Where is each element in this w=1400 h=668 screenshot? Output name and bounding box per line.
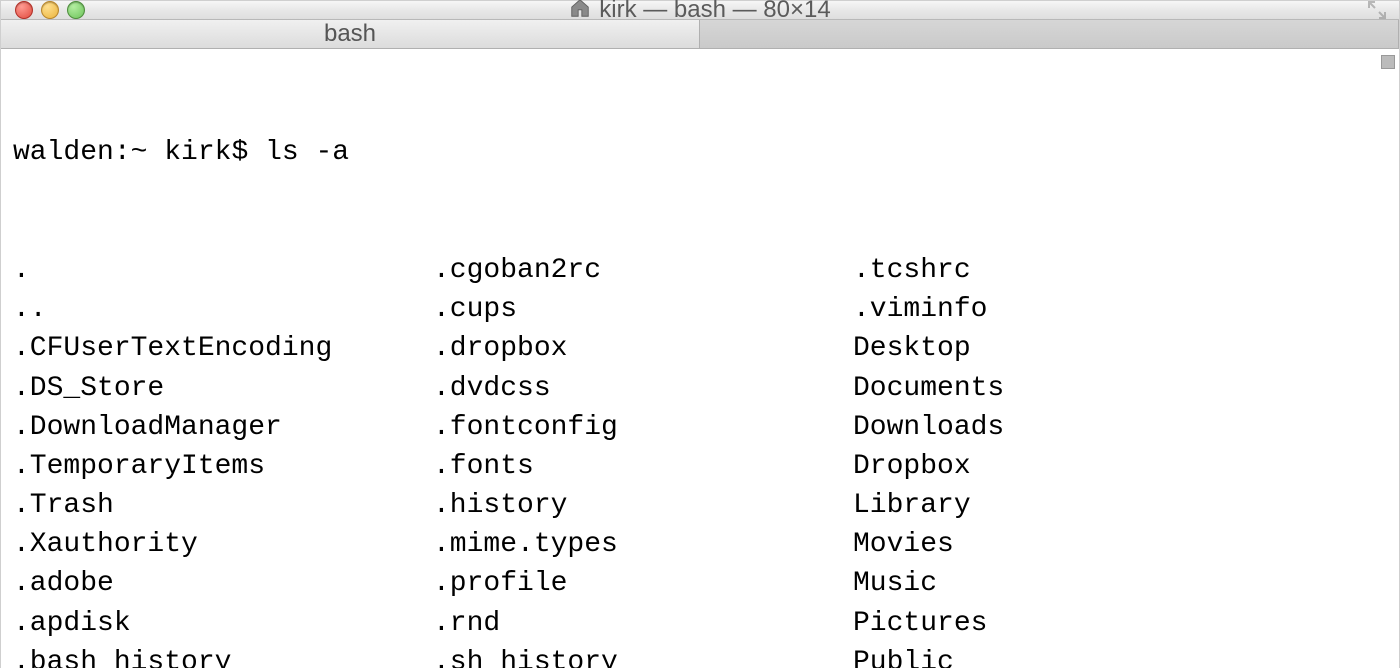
ls-entry: .fonts <box>433 447 853 486</box>
terminal-output[interactable]: walden:~ kirk$ ls -a ....CFUserTextEncod… <box>1 49 1399 668</box>
ls-entry: Documents <box>853 369 1273 408</box>
titlebar: kirk — bash — 80×14 <box>1 1 1399 20</box>
ls-entry: .mime.types <box>433 525 853 564</box>
ls-entry: .DS_Store <box>13 369 433 408</box>
ls-entry: Library <box>853 486 1273 525</box>
scroll-indicator[interactable] <box>1381 55 1395 69</box>
ls-entry: .fontconfig <box>433 408 853 447</box>
ls-entry: .TemporaryItems <box>13 447 433 486</box>
ls-entry: .DownloadManager <box>13 408 433 447</box>
ls-entry: .cgoban2rc <box>433 251 853 290</box>
ls-entry: .history <box>433 486 853 525</box>
ls-entry: .rnd <box>433 604 853 643</box>
ls-entry: Desktop <box>853 329 1273 368</box>
ls-entry: .. <box>13 290 433 329</box>
ls-entry: .profile <box>433 564 853 603</box>
terminal-area: walden:~ kirk$ ls -a ....CFUserTextEncod… <box>1 49 1399 668</box>
ls-entry: Public <box>853 643 1273 668</box>
ls-entry: .dvdcss <box>433 369 853 408</box>
window-controls <box>15 1 85 19</box>
ls-entry: .tcshrc <box>853 251 1273 290</box>
tab-label: bash <box>324 20 376 48</box>
prompt-host: walden:~ <box>13 137 147 168</box>
prompt-user: kirk$ <box>164 137 248 168</box>
ls-entry: .Trash <box>13 486 433 525</box>
minimize-button[interactable] <box>41 1 59 19</box>
tab-empty[interactable] <box>700 20 1399 48</box>
ls-entry: .CFUserTextEncoding <box>13 329 433 368</box>
ls-column-1: .cgoban2rc.cups.dropbox.dvdcss.fontconfi… <box>433 251 853 668</box>
ls-entry: Pictures <box>853 604 1273 643</box>
command-text: ls -a <box>265 137 349 168</box>
zoom-button[interactable] <box>67 1 85 19</box>
ls-entry: .adobe <box>13 564 433 603</box>
close-button[interactable] <box>15 1 33 19</box>
ls-entry: Movies <box>853 525 1273 564</box>
ls-entry: .dropbox <box>433 329 853 368</box>
ls-entry: Dropbox <box>853 447 1273 486</box>
ls-entry: .sh_history <box>433 643 853 668</box>
ls-entry: .bash_history <box>13 643 433 668</box>
ls-entry: .viminfo <box>853 290 1273 329</box>
tab-bar: bash <box>1 20 1399 49</box>
ls-entry: Downloads <box>853 408 1273 447</box>
ls-entry: .cups <box>433 290 853 329</box>
prompt-line-1: walden:~ kirk$ ls -a <box>13 133 1389 172</box>
home-icon <box>569 0 591 24</box>
ls-output: ....CFUserTextEncoding.DS_Store.Download… <box>13 251 1389 668</box>
terminal-window: kirk — bash — 80×14 bash walden:~ kirk$ … <box>0 0 1400 668</box>
ls-entry: .Xauthority <box>13 525 433 564</box>
ls-entry: . <box>13 251 433 290</box>
ls-entry: .apdisk <box>13 604 433 643</box>
tab-bash[interactable]: bash <box>1 20 700 48</box>
ls-entry: Music <box>853 564 1273 603</box>
ls-column-2: .tcshrc.viminfoDesktopDocumentsDownloads… <box>853 251 1273 668</box>
ls-column-0: ....CFUserTextEncoding.DS_Store.Download… <box>13 251 433 668</box>
fullscreen-icon[interactable] <box>1365 0 1389 22</box>
